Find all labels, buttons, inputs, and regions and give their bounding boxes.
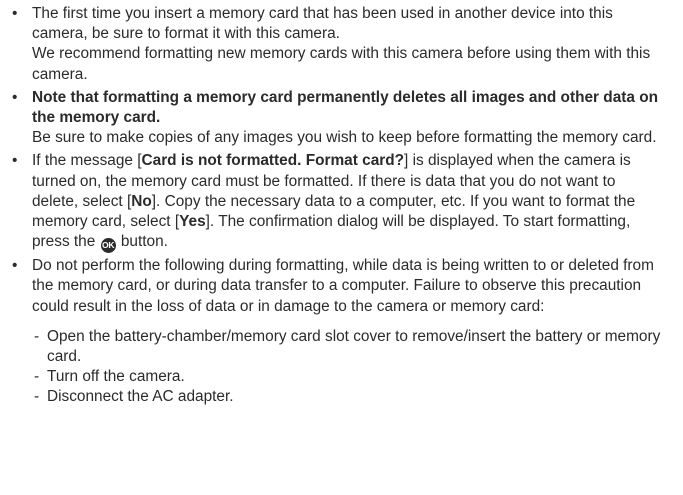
ok-button-icon: OK	[100, 238, 116, 254]
bullet-item-format-first-time: • The first time you insert a memory car…	[0, 4, 662, 85]
bullet-item-card-not-formatted: • If the message [Card is not formatted.…	[0, 151, 662, 254]
bullet-dot: •	[12, 5, 18, 22]
list-dash: -	[34, 388, 40, 406]
bullet-dot: •	[12, 88, 18, 106]
bullet-text: If the message [Card is not formatted. F…	[32, 151, 662, 254]
bullet-text: The first time you insert a memory card …	[32, 5, 613, 43]
message-text: Card is not formatted. Format card?	[141, 152, 405, 170]
bullet-text-secondary: We recommend formatting new memory cards…	[32, 45, 651, 83]
bullet-warning-text: Note that formatting a memory card perma…	[32, 88, 659, 127]
yes-option-text: Yes	[179, 213, 206, 231]
list-item: - Open the battery-chamber/memory card s…	[0, 327, 662, 367]
bullet-text: Do not perform the following during form…	[32, 257, 654, 315]
list-dash: -	[34, 368, 40, 386]
text-segment: button.	[116, 233, 168, 251]
no-option-text: No	[131, 192, 152, 210]
list-item: - Disconnect the AC adapter.	[0, 387, 662, 407]
list-item-text: Disconnect the AC adapter.	[47, 388, 234, 406]
list-item-text: Open the battery-chamber/memory card slo…	[47, 327, 661, 366]
document-page: • The first time you insert a memory car…	[0, 0, 683, 408]
bullet-text-secondary: Be sure to make copies of any images you…	[32, 129, 657, 147]
bullet-dot: •	[12, 257, 18, 275]
list-item-text: Turn off the camera.	[47, 368, 185, 386]
bullet-item-format-deletes-data: • Note that formatting a memory card per…	[0, 88, 662, 149]
bullet-dot: •	[12, 152, 18, 170]
text-segment: If the message [	[32, 152, 142, 170]
bullet-item-do-not-perform: • Do not perform the following during fo…	[0, 256, 662, 317]
list-item: - Turn off the camera.	[0, 367, 662, 387]
precaution-sublist: - Open the battery-chamber/memory card s…	[0, 327, 683, 408]
list-dash: -	[34, 327, 40, 345]
